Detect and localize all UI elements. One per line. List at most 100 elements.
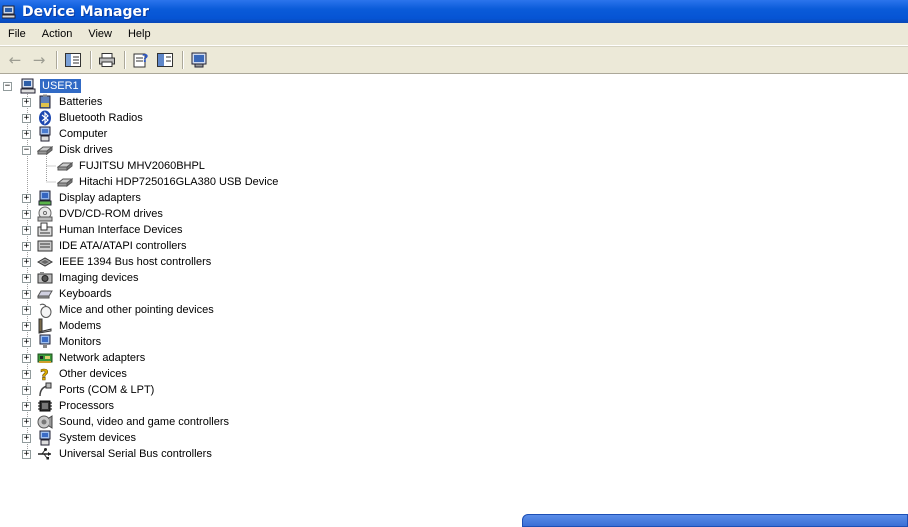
tree-category-system[interactable]: + System devices [22,430,138,446]
collapse-toggle[interactable]: − [22,145,31,155]
tree-category-label: Sound, video and game controllers [59,416,229,428]
tree-category-label: IDE ATA/ATAPI controllers [59,240,187,252]
tree-category-bluetooth[interactable]: + Bluetooth Radios [22,110,145,126]
display-adapter-icon [37,190,53,206]
disk-drive-icon [56,158,74,174]
tree-category-label: Keyboards [59,288,112,300]
tree-category-display-adapters[interactable]: + Display adapters [22,190,143,206]
tree-category-label: Bluetooth Radios [59,112,143,124]
computer-icon [37,126,53,142]
menu-action[interactable]: Action [34,23,81,45]
expand-toggle[interactable]: + [22,401,31,411]
tree-root-label: USER1 [39,78,82,94]
forward-icon: → [32,51,46,69]
tree-category-label: IEEE 1394 Bus host controllers [59,256,212,268]
tree-device-fujitsu[interactable]: FUJITSU MHV2060BHPL [56,158,207,174]
scan-hardware-button[interactable] [188,50,210,70]
tree-category-label: Universal Serial Bus controllers [59,448,212,460]
mouse-icon [37,302,53,318]
back-icon: ← [8,51,22,69]
expand-toggle[interactable]: + [22,289,31,299]
tree-category-batteries[interactable]: + Batteries [22,94,104,110]
disk-drive-icon [36,142,54,158]
tree-category-ide[interactable]: + IDE ATA/ATAPI controllers [22,238,189,254]
toolbar-separator [124,51,126,69]
tree-category-ieee1394[interactable]: + IEEE 1394 Bus host controllers [22,254,213,270]
collapse-toggle[interactable]: − [3,81,12,91]
menu-help[interactable]: Help [120,23,159,45]
expand-toggle[interactable]: + [22,113,31,123]
tree-category-label: Modems [59,320,102,332]
tree-category-usb[interactable]: + Universal Serial Bus controllers [22,446,214,462]
tree-category-label: Human Interface Devices [59,224,183,236]
expand-toggle[interactable]: + [22,225,31,235]
expand-toggle[interactable]: + [22,129,31,139]
window-title: Device Manager [22,3,149,20]
tree-category-imaging[interactable]: + Imaging devices [22,270,141,286]
device-manager-icon [1,5,18,19]
expand-toggle[interactable]: + [22,273,31,283]
title-bar[interactable]: Device Manager [0,0,908,23]
background-window-titlebar[interactable] [522,514,908,527]
tree-category-processors[interactable]: + Processors [22,398,116,414]
help-icon [157,53,173,67]
expand-toggle[interactable]: + [22,241,31,251]
menu-view[interactable]: View [80,23,120,45]
expand-toggle[interactable]: + [22,449,31,459]
tree-category-other[interactable]: + ? Other devices [22,366,129,384]
expand-toggle[interactable]: + [22,385,31,395]
bluetooth-icon [37,110,53,126]
tree-category-label: System devices [59,432,137,444]
expand-toggle[interactable]: + [22,353,31,363]
ide-controller-icon [37,238,53,254]
properties-button[interactable]: ? [130,50,152,70]
properties-icon: ? [133,52,148,68]
tree-category-keyboards[interactable]: + Keyboards [22,286,114,302]
sound-icon [37,414,53,430]
tree-category-label: Mice and other pointing devices [59,304,214,316]
tree-category-label: Ports (COM & LPT) [59,384,155,396]
tree-category-disk-drives[interactable]: − Disk drives [22,142,115,158]
scan-hardware-icon [191,52,207,68]
usb-icon [37,446,53,462]
tree-category-sound[interactable]: + Sound, video and game controllers [22,414,231,430]
keyboard-icon [37,286,53,302]
tree-category-dvd-cdrom[interactable]: + DVD/CD-ROM drives [22,206,165,222]
menu-file[interactable]: File [0,23,34,45]
expand-toggle[interactable]: + [22,369,31,379]
expand-toggle[interactable]: + [22,417,31,427]
show-hide-tree-button[interactable] [62,50,84,70]
tree-category-monitors[interactable]: + Monitors [22,334,103,350]
disk-drive-icon [56,174,74,190]
tree-device-label: Hitachi HDP725016GLA380 USB Device [79,176,279,188]
expand-toggle[interactable]: + [22,433,31,443]
tree-category-label: Monitors [59,336,102,348]
svg-text:?: ? [40,366,49,382]
computer-icon [20,78,36,94]
tree-category-network[interactable]: + Network adapters [22,350,147,366]
back-button[interactable]: ← [4,50,26,70]
print-button[interactable] [96,50,118,70]
expand-toggle[interactable]: + [22,193,31,203]
expand-toggle[interactable]: + [22,305,31,315]
expand-toggle[interactable]: + [22,209,31,219]
monitor-icon [37,334,53,350]
tree-device-hitachi[interactable]: Hitachi HDP725016GLA380 USB Device [56,174,280,190]
tree-category-computer[interactable]: + Computer [22,126,109,142]
tree-category-modems[interactable]: + Modems [22,318,103,334]
tree-category-hid[interactable]: + Human Interface Devices [22,222,185,238]
forward-button[interactable]: → [28,50,50,70]
firewire-icon [36,254,54,270]
tree-category-ports[interactable]: + Ports (COM & LPT) [22,382,156,398]
tree-category-mice[interactable]: + Mice and other pointing devices [22,302,216,318]
hid-icon [37,222,53,238]
expand-toggle[interactable]: + [22,321,31,331]
expand-toggle[interactable]: + [22,97,31,107]
help-button[interactable] [154,50,176,70]
expand-toggle[interactable]: + [22,257,31,267]
tree-category-label: Imaging devices [59,272,139,284]
processor-icon [37,398,53,414]
device-tree[interactable]: − USER1 + Batteries + Bluetooth Radios +… [0,76,908,527]
tree-root[interactable]: − USER1 [3,78,82,94]
expand-toggle[interactable]: + [22,337,31,347]
